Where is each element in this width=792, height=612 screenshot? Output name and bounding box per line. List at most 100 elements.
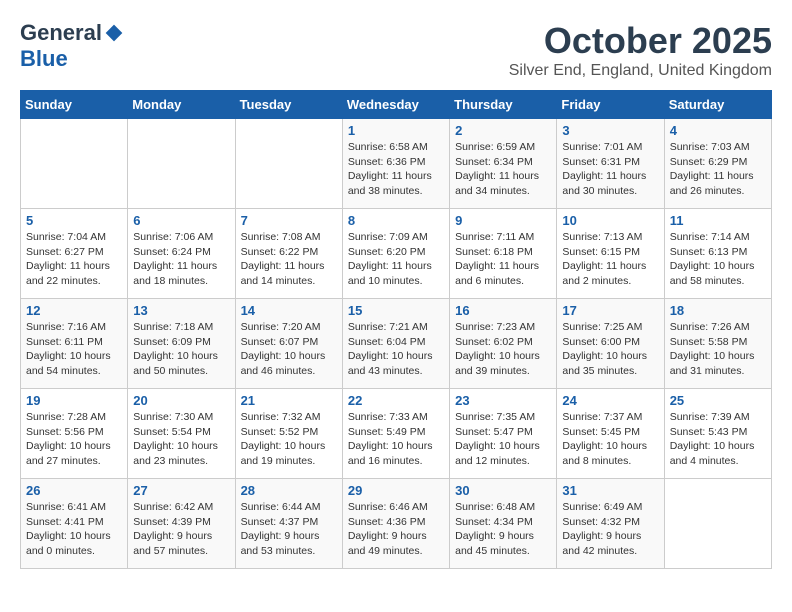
calendar-cell: 7Sunrise: 7:08 AMSunset: 6:22 PMDaylight… — [235, 209, 342, 299]
calendar-cell: 16 Sunrise: 7:23 AMSunset: 6:02 PMDayligh… — [450, 299, 557, 389]
calendar-cell: 17 Sunrise: 7:25 AMSunset: 6:00 PMDayligh… — [557, 299, 664, 389]
calendar-cell: 6 Sunrise: 7:06 AMSunset: 6:24 PMDaylight… — [128, 209, 235, 299]
day-number: 29 — [348, 483, 444, 498]
logo-blue: Blue — [20, 46, 68, 72]
title-block: October 2025 Silver End, England, United… — [509, 20, 772, 80]
calendar-cell: 5 Sunrise: 7:04 AMSunset: 6:27 PMDaylight… — [21, 209, 128, 299]
calendar-cell: 10 Sunrise: 7:13 AMSunset: 6:15 PMDayligh… — [557, 209, 664, 299]
calendar-cell: 15 Sunrise: 7:21 AMSunset: 6:04 PMDayligh… — [342, 299, 449, 389]
location: Silver End, England, United Kingdom — [509, 62, 772, 80]
day-info: Sunrise: 7:13 AMSunset: 6:15 PMDaylight:… — [562, 230, 658, 289]
calendar-cell: 28 Sunrise: 6:44 AMSunset: 4:37 PMDayligh… — [235, 479, 342, 569]
calendar-cell: 1 Sunrise: 6:58 AMSunset: 6:36 PMDaylight… — [342, 119, 449, 209]
day-number: 12 — [26, 303, 122, 318]
calendar-cell — [21, 119, 128, 209]
day-info: Sunrise: 7:16 AMSunset: 6:11 PMDaylight:… — [26, 320, 122, 379]
day-info: Sunrise: 7:09 AMSunset: 6:20 PMDaylight:… — [348, 230, 444, 289]
day-number: 9 — [455, 213, 551, 228]
day-number: 18 — [670, 303, 766, 318]
calendar-cell: 14Sunrise: 7:20 AMSunset: 6:07 PMDayligh… — [235, 299, 342, 389]
calendar-cell: 19Sunrise: 7:28 AMSunset: 5:56 PMDayligh… — [21, 389, 128, 479]
day-info: Sunrise: 6:41 AMSunset: 4:41 PMDaylight:… — [26, 500, 122, 559]
day-number: 2 — [455, 123, 551, 138]
day-number: 16 — [455, 303, 551, 318]
day-info: Sunrise: 7:23 AMSunset: 6:02 PMDaylight:… — [455, 320, 551, 379]
day-number: 3 — [562, 123, 658, 138]
day-info: Sunrise: 7:21 AMSunset: 6:04 PMDaylight:… — [348, 320, 444, 379]
calendar-cell: 30 Sunrise: 6:48 AMSunset: 4:34 PMDayligh… — [450, 479, 557, 569]
day-number: 28 — [241, 483, 337, 498]
day-number: 19 — [26, 393, 122, 408]
calendar-cell: 18Sunrise: 7:26 AMSunset: 5:58 PMDayligh… — [664, 299, 771, 389]
calendar-cell: 3 Sunrise: 7:01 AMSunset: 6:31 PMDaylight… — [557, 119, 664, 209]
day-number: 13 — [133, 303, 229, 318]
day-info: Sunrise: 7:35 AMSunset: 5:47 PMDaylight:… — [455, 410, 551, 469]
day-number: 10 — [562, 213, 658, 228]
day-number: 11 — [670, 213, 766, 228]
weekday-header-monday: Monday — [128, 91, 235, 119]
calendar-cell: 11Sunrise: 7:14 AMSunset: 6:13 PMDayligh… — [664, 209, 771, 299]
calendar-week-row: 12 Sunrise: 7:16 AMSunset: 6:11 PMDayligh… — [21, 299, 772, 389]
day-number: 31 — [562, 483, 658, 498]
calendar-cell: 8 Sunrise: 7:09 AMSunset: 6:20 PMDaylight… — [342, 209, 449, 299]
day-number: 20 — [133, 393, 229, 408]
day-number: 15 — [348, 303, 444, 318]
day-info: Sunrise: 7:01 AMSunset: 6:31 PMDaylight:… — [562, 140, 658, 199]
day-number: 26 — [26, 483, 122, 498]
day-info: Sunrise: 7:20 AMSunset: 6:07 PMDaylight:… — [241, 320, 337, 379]
calendar-cell: 22Sunrise: 7:33 AMSunset: 5:49 PMDayligh… — [342, 389, 449, 479]
day-number: 1 — [348, 123, 444, 138]
calendar-cell: 27Sunrise: 6:42 AMSunset: 4:39 PMDayligh… — [128, 479, 235, 569]
calendar-cell: 12 Sunrise: 7:16 AMSunset: 6:11 PMDayligh… — [21, 299, 128, 389]
day-info: Sunrise: 6:49 AMSunset: 4:32 PMDaylight:… — [562, 500, 658, 559]
day-number: 17 — [562, 303, 658, 318]
calendar-week-row: 26 Sunrise: 6:41 AMSunset: 4:41 PMDayligh… — [21, 479, 772, 569]
calendar-cell — [235, 119, 342, 209]
day-info: Sunrise: 7:11 AMSunset: 6:18 PMDaylight:… — [455, 230, 551, 289]
calendar-cell: 13 Sunrise: 7:18 AMSunset: 6:09 PMDayligh… — [128, 299, 235, 389]
day-info: Sunrise: 7:04 AMSunset: 6:27 PMDaylight:… — [26, 230, 122, 289]
day-number: 24 — [562, 393, 658, 408]
weekday-header-tuesday: Tuesday — [235, 91, 342, 119]
day-info: Sunrise: 7:33 AMSunset: 5:49 PMDaylight:… — [348, 410, 444, 469]
calendar-cell: 29 Sunrise: 6:46 AMSunset: 4:36 PMDayligh… — [342, 479, 449, 569]
day-number: 21 — [241, 393, 337, 408]
day-info: Sunrise: 7:39 AMSunset: 5:43 PMDaylight:… — [670, 410, 766, 469]
calendar-cell: 24 Sunrise: 7:37 AMSunset: 5:45 PMDayligh… — [557, 389, 664, 479]
day-number: 5 — [26, 213, 122, 228]
calendar-cell: 21 Sunrise: 7:32 AMSunset: 5:52 PMDayligh… — [235, 389, 342, 479]
logo-general: General — [20, 20, 102, 46]
calendar-week-row: 19Sunrise: 7:28 AMSunset: 5:56 PMDayligh… — [21, 389, 772, 479]
logo: General Blue — [20, 20, 124, 72]
calendar-cell: 31 Sunrise: 6:49 AMSunset: 4:32 PMDayligh… — [557, 479, 664, 569]
day-number: 25 — [670, 393, 766, 408]
day-info: Sunrise: 6:44 AMSunset: 4:37 PMDaylight:… — [241, 500, 337, 559]
day-info: Sunrise: 7:30 AMSunset: 5:54 PMDaylight:… — [133, 410, 229, 469]
day-number: 8 — [348, 213, 444, 228]
day-info: Sunrise: 6:48 AMSunset: 4:34 PMDaylight:… — [455, 500, 551, 559]
day-info: Sunrise: 6:46 AMSunset: 4:36 PMDaylight:… — [348, 500, 444, 559]
weekday-header-sunday: Sunday — [21, 91, 128, 119]
day-number: 6 — [133, 213, 229, 228]
calendar-cell — [664, 479, 771, 569]
calendar-cell — [128, 119, 235, 209]
day-info: Sunrise: 6:58 AMSunset: 6:36 PMDaylight:… — [348, 140, 444, 199]
calendar-cell: 9 Sunrise: 7:11 AMSunset: 6:18 PMDaylight… — [450, 209, 557, 299]
day-info: Sunrise: 7:37 AMSunset: 5:45 PMDaylight:… — [562, 410, 658, 469]
calendar-cell: 4Sunrise: 7:03 AMSunset: 6:29 PMDaylight… — [664, 119, 771, 209]
calendar-week-row: 5 Sunrise: 7:04 AMSunset: 6:27 PMDaylight… — [21, 209, 772, 299]
day-info: Sunrise: 7:32 AMSunset: 5:52 PMDaylight:… — [241, 410, 337, 469]
day-number: 30 — [455, 483, 551, 498]
logo-icon — [104, 23, 124, 43]
day-number: 23 — [455, 393, 551, 408]
calendar-cell: 26 Sunrise: 6:41 AMSunset: 4:41 PMDayligh… — [21, 479, 128, 569]
day-number: 7 — [241, 213, 337, 228]
calendar-cell: 20 Sunrise: 7:30 AMSunset: 5:54 PMDayligh… — [128, 389, 235, 479]
calendar-cell: 23 Sunrise: 7:35 AMSunset: 5:47 PMDayligh… — [450, 389, 557, 479]
day-info: Sunrise: 7:06 AMSunset: 6:24 PMDaylight:… — [133, 230, 229, 289]
weekday-header-row: SundayMondayTuesdayWednesdayThursdayFrid… — [21, 91, 772, 119]
weekday-header-saturday: Saturday — [664, 91, 771, 119]
day-info: Sunrise: 7:18 AMSunset: 6:09 PMDaylight:… — [133, 320, 229, 379]
day-info: Sunrise: 7:25 AMSunset: 6:00 PMDaylight:… — [562, 320, 658, 379]
calendar-cell: 25 Sunrise: 7:39 AMSunset: 5:43 PMDayligh… — [664, 389, 771, 479]
